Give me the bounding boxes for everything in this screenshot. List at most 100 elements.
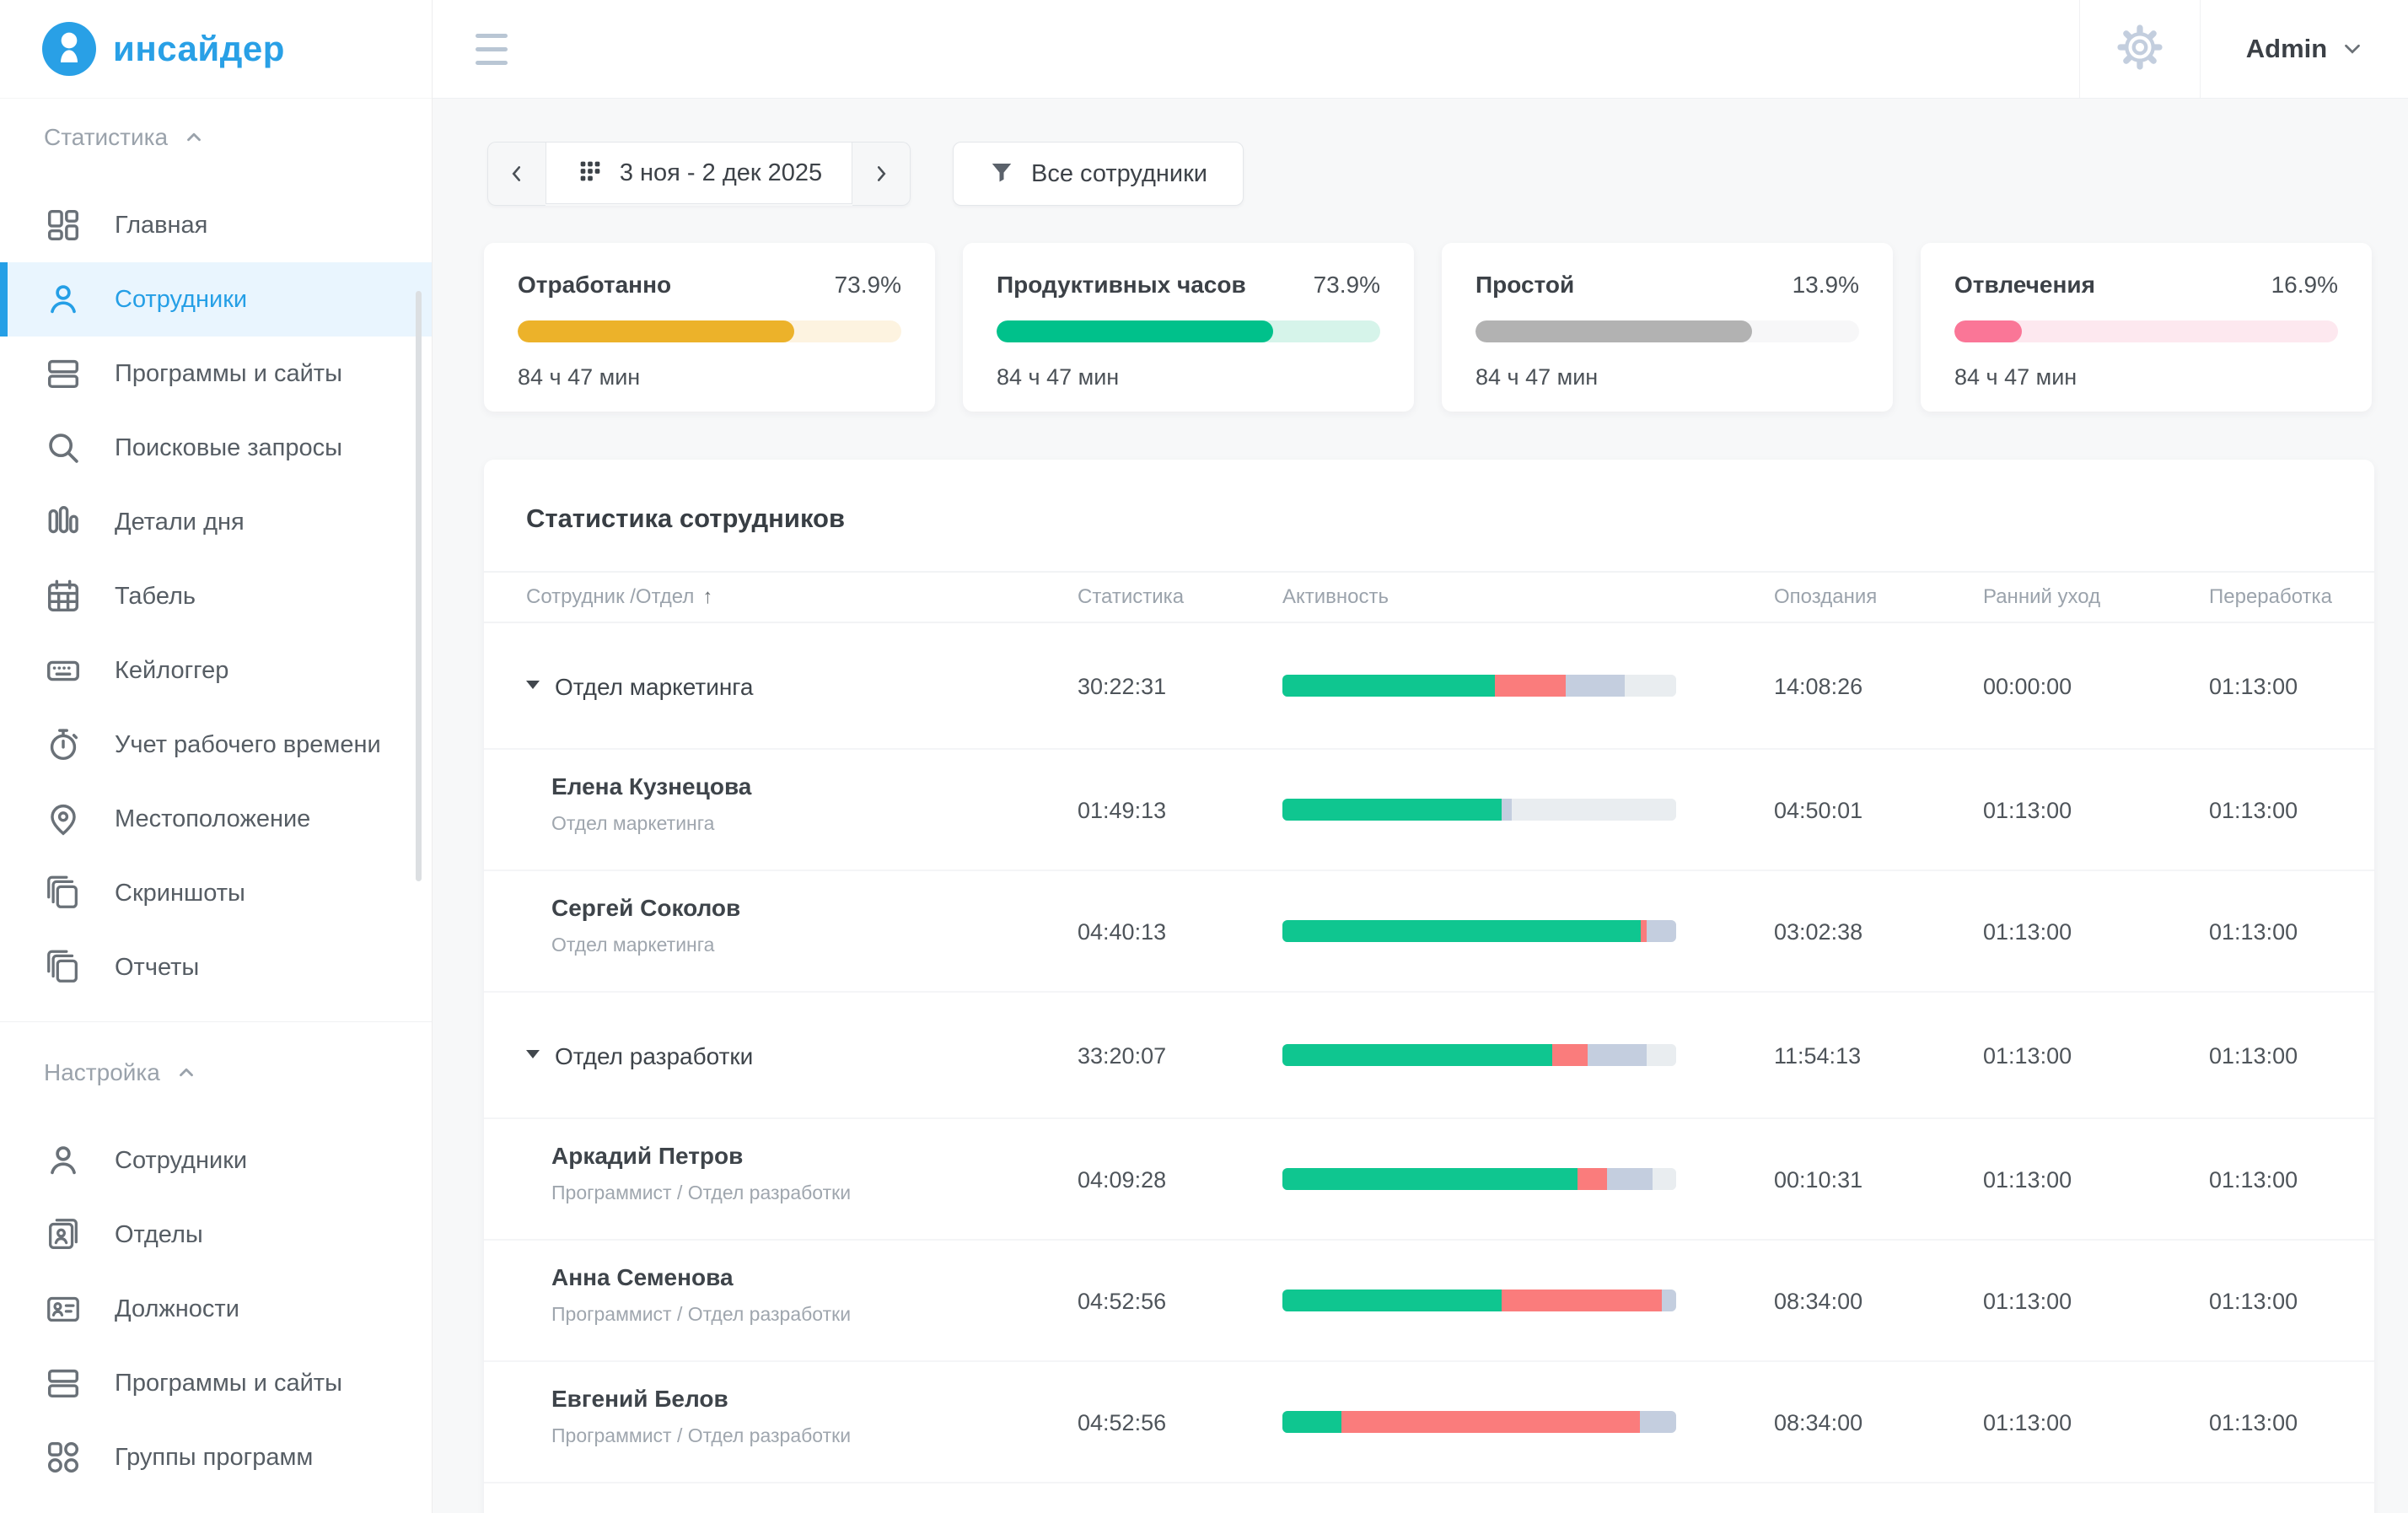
card-title: Простой [1475, 272, 1574, 299]
row-statistics-time: 04:52:56 [1078, 1410, 1166, 1436]
logo[interactable]: инсайдер [0, 0, 432, 99]
column-header-label: Сотрудник /Отдел [526, 585, 694, 608]
card-percent: 16.9% [2271, 272, 2338, 299]
table-row-employee[interactable]: Анна СеменоваПрограммист / Отдел разрабо… [484, 1241, 2374, 1362]
section-header-настройка[interactable]: Настройка [44, 1059, 432, 1086]
next-period-button[interactable] [852, 142, 911, 206]
bar-chart-icon [44, 503, 83, 541]
column-header-0[interactable]: Сотрудник /Отдел ↑ [526, 585, 712, 609]
employee-filter-button[interactable]: Все сотрудники [953, 142, 1244, 206]
column-header-label: Опоздания [1774, 585, 1877, 608]
column-header-2[interactable]: Активность [1282, 585, 1389, 609]
sidebar-item-label: Отделы [115, 1220, 203, 1250]
sidebar-item-поисковые-запросы[interactable]: Поисковые запросы [0, 411, 432, 485]
row-subtitle: Отдел маркетинга [551, 812, 714, 835]
sidebar-item-отделы[interactable]: Отделы [0, 1198, 432, 1272]
caret-down-icon[interactable] [526, 1050, 540, 1058]
sidebar-item-местоположение[interactable]: Местоположение [0, 782, 432, 856]
sidebar-item-детали-дня[interactable]: Детали дня [0, 485, 432, 559]
card-time-value: 84 ч 47 мин [1475, 364, 1859, 390]
id-card-icon [44, 1290, 83, 1328]
sidebar-item-скриншоты[interactable]: Скриншоты [0, 856, 432, 930]
column-header-label: Ранний уход [1983, 585, 2100, 608]
table-row-employee[interactable]: Аркадий ПетровПрограммист / Отдел разраб… [484, 1119, 2374, 1241]
sidebar-item-label: Табель [115, 581, 196, 611]
card-header-row: Отработанно73.9% [518, 272, 901, 299]
sidebar-item-кейлоггер[interactable]: Кейлоггер [0, 633, 432, 708]
settings-button[interactable] [2080, 0, 2200, 98]
row-name: Отдел маркетинга [555, 674, 753, 701]
row-statistics-time: 04:40:13 [1078, 919, 1166, 945]
activity-segment-idle [1566, 675, 1625, 697]
sidebar-item-должности[interactable]: Должности [0, 1272, 432, 1346]
brand-logo-icon [42, 22, 96, 76]
card-progress-fill [1475, 320, 1752, 342]
row-name: Евгений Белов [551, 1386, 728, 1413]
row-overtime: 01:13:00 [2209, 1410, 2298, 1436]
row-early-leave: 01:13:00 [1983, 798, 2072, 824]
date-range-button[interactable]: 3 ноя - 2 дек 2025 [546, 142, 852, 204]
topbar: Admin [432, 0, 2408, 99]
section-label-text: Настройка [44, 1059, 160, 1086]
sidebar-item-группы-программ[interactable]: Группы программ [0, 1420, 432, 1494]
activity-segment-productive [1282, 1290, 1502, 1311]
column-header-4[interactable]: Ранний уход [1983, 585, 2100, 609]
prev-period-button[interactable] [487, 142, 546, 206]
row-subtitle: Программист / Отдел разработки [551, 1303, 851, 1326]
card-progress-track [1475, 320, 1859, 342]
sidebar-item-сотрудники[interactable]: Сотрудники [0, 262, 432, 337]
main-content: 3 ноя - 2 дек 2025 Все сотрудники Отрабо… [432, 98, 2408, 1513]
sidebar-item-учет-рабочего-времени[interactable]: Учет рабочего времени [0, 708, 432, 782]
table-row-department[interactable]: Отдел маркетинга30:22:3114:08:2600:00:00… [484, 623, 2374, 750]
column-header-1[interactable]: Статистика [1078, 585, 1184, 609]
activity-segment-other [1647, 1044, 1676, 1066]
table-row-employee[interactable]: Анна С [484, 1483, 2374, 1513]
sidebar-item-label: Кейлоггер [115, 655, 228, 686]
row-overtime: 01:13:00 [2209, 674, 2298, 700]
caret-down-icon[interactable] [526, 681, 540, 689]
sidebar-item-label: Сотрудники [115, 284, 247, 315]
hamburger-menu-icon[interactable] [476, 24, 508, 74]
table-row-employee[interactable]: Сергей СоколовОтдел маркетинга04:40:1303… [484, 871, 2374, 993]
card-progress-track [1954, 320, 2338, 342]
employee-stats-panel: Статистика сотрудников Сотрудник /Отдел↑… [484, 460, 2374, 1513]
sidebar-item-label: Группы программ [115, 1442, 313, 1473]
section-header-статистика[interactable]: Статистика [44, 124, 432, 151]
reports-icon [44, 948, 83, 987]
employee-filter-label: Все сотрудники [1031, 160, 1207, 188]
sidebar-item-label: Программы и сайты [115, 358, 342, 389]
sidebar-item-отчеты[interactable]: Отчеты [0, 930, 432, 1004]
column-header-3[interactable]: Опоздания [1774, 585, 1877, 609]
sidebar-item-главная[interactable]: Главная [0, 188, 432, 262]
sidebar-scrollbar[interactable] [416, 291, 422, 881]
sidebar: инсайдер Статистика Главная Сотрудники Прог… [0, 0, 433, 1513]
activity-segment-distraction [1495, 675, 1566, 697]
activity-segment-idle [1640, 1411, 1675, 1433]
row-lateness: 03:02:38 [1774, 919, 1862, 945]
sidebar-item-табель[interactable]: Табель [0, 559, 432, 633]
summary-card-продуктивных-часов: Продуктивных часов73.9%84 ч 47 мин [963, 243, 1414, 412]
row-early-leave: 00:00:00 [1983, 674, 2072, 700]
table-row-employee[interactable]: Елена КузнецоваОтдел маркетинга01:49:130… [484, 750, 2374, 871]
activity-segment-other [1625, 675, 1676, 697]
sidebar-item-label: Поисковые запросы [115, 433, 342, 463]
sidebar-item-сотрудники[interactable]: Сотрудники [0, 1123, 432, 1198]
sort-ascending-icon: ↑ [702, 585, 712, 608]
chevron-down-icon [2342, 35, 2362, 63]
table-row-department[interactable]: Отдел разработки33:20:0711:54:1301:13:00… [484, 993, 2374, 1119]
gear-icon [2115, 23, 2164, 76]
sidebar-divider [0, 1021, 432, 1022]
table-row-employee[interactable]: Евгений БеловПрограммист / Отдел разрабо… [484, 1362, 2374, 1483]
column-header-5[interactable]: Переработка [2209, 585, 2332, 609]
sidebar-item-программы-и-сайты[interactable]: Программы и сайты [0, 1346, 432, 1420]
user-menu[interactable]: Admin [2201, 0, 2408, 98]
activity-bar [1282, 920, 1676, 942]
sidebar-section: Настройка Сотрудники Отделы ДолжностиПрогра… [0, 1021, 432, 1494]
card-progress-fill [1954, 320, 2022, 342]
row-lateness: 04:50:01 [1774, 798, 1862, 824]
activity-segment-productive [1282, 799, 1502, 821]
card-progress-track [997, 320, 1380, 342]
date-range-label: 3 ноя - 2 дек 2025 [620, 159, 822, 187]
dashboard-icon [44, 206, 83, 245]
sidebar-item-программы-и-сайты[interactable]: Программы и сайты [0, 337, 432, 411]
